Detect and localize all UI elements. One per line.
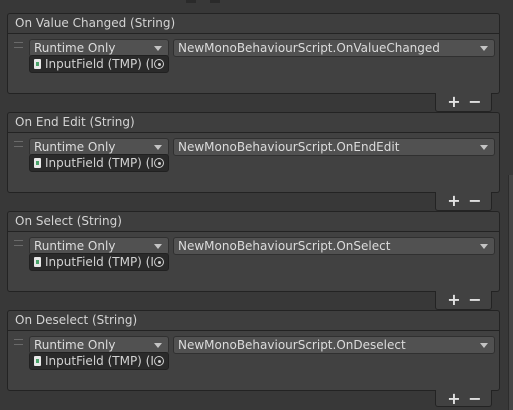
remove-listener-button[interactable]: −	[464, 291, 486, 309]
event-listener-row: Runtime Only NewMonoBehaviourScript.OnVa…	[7, 33, 500, 94]
add-listener-button[interactable]: +	[443, 93, 465, 111]
target-object-label: InputField (TMP) (I	[45, 255, 154, 269]
target-object-field[interactable]: InputField (TMP) (I	[29, 352, 169, 370]
add-listener-button[interactable]: +	[443, 390, 465, 408]
runtime-dropdown-label: Runtime Only	[34, 41, 116, 55]
object-picker-icon[interactable]	[154, 59, 165, 70]
scrollbar[interactable]	[508, 175, 513, 410]
target-object-label: InputField (TMP) (I	[45, 57, 154, 71]
event-listener-row: Runtime Only NewMonoBehaviourScript.OnEn…	[7, 132, 500, 193]
function-dropdown-label: NewMonoBehaviourScript.OnDeselect	[178, 338, 406, 352]
add-listener-button[interactable]: +	[443, 291, 465, 309]
chevron-down-icon	[154, 145, 162, 150]
top-tick	[210, 0, 220, 3]
function-dropdown[interactable]: NewMonoBehaviourScript.OnSelect	[173, 237, 495, 255]
event-header: On Value Changed (String)	[7, 13, 500, 33]
remove-listener-button[interactable]: −	[464, 390, 486, 408]
event-title: On Deselect (String)	[15, 313, 138, 327]
target-object-field[interactable]: InputField (TMP) (I	[29, 154, 169, 172]
add-listener-button[interactable]: +	[443, 192, 465, 210]
list-footer: + −	[435, 390, 492, 407]
chevron-down-icon	[154, 46, 162, 51]
tmp-inputfield-icon	[34, 356, 41, 366]
target-object-label: InputField (TMP) (I	[45, 354, 154, 368]
event-header: On Deselect (String)	[7, 310, 500, 330]
remove-listener-button[interactable]: −	[464, 192, 486, 210]
top-tick	[186, 0, 196, 3]
event-listener-row: Runtime Only NewMonoBehaviourScript.OnSe…	[7, 231, 500, 292]
runtime-dropdown-label: Runtime Only	[34, 239, 116, 253]
drag-handle-icon[interactable]	[14, 339, 23, 345]
chevron-down-icon	[154, 244, 162, 249]
tmp-inputfield-icon	[34, 59, 41, 69]
object-picker-icon[interactable]	[154, 356, 165, 367]
object-picker-icon[interactable]	[154, 257, 165, 268]
tmp-inputfield-icon	[34, 257, 41, 267]
function-dropdown[interactable]: NewMonoBehaviourScript.OnEndEdit	[173, 138, 495, 156]
chevron-down-icon	[480, 46, 488, 51]
function-dropdown-label: NewMonoBehaviourScript.OnValueChanged	[178, 41, 440, 55]
target-object-label: InputField (TMP) (I	[45, 156, 154, 170]
drag-handle-icon[interactable]	[14, 141, 23, 147]
chevron-down-icon	[154, 343, 162, 348]
event-header: On Select (String)	[7, 211, 500, 231]
runtime-dropdown-label: Runtime Only	[34, 338, 116, 352]
function-dropdown[interactable]: NewMonoBehaviourScript.OnValueChanged	[173, 39, 495, 57]
list-footer: + −	[435, 291, 492, 310]
event-header: On End Edit (String)	[7, 112, 500, 132]
event-title: On Value Changed (String)	[15, 16, 176, 30]
event-inspector: On Value Changed (String) Runtime Only N…	[0, 0, 513, 410]
event-title: On Select (String)	[15, 214, 122, 228]
function-dropdown[interactable]: NewMonoBehaviourScript.OnDeselect	[173, 336, 495, 354]
list-footer: + −	[435, 192, 492, 211]
chevron-down-icon	[480, 244, 488, 249]
remove-listener-button[interactable]: −	[464, 93, 486, 111]
drag-handle-icon[interactable]	[14, 42, 23, 48]
function-dropdown-label: NewMonoBehaviourScript.OnSelect	[178, 239, 391, 253]
top-strip	[0, 0, 513, 9]
tmp-inputfield-icon	[34, 158, 41, 168]
list-footer: + −	[435, 93, 492, 112]
object-picker-icon[interactable]	[154, 158, 165, 169]
function-dropdown-label: NewMonoBehaviourScript.OnEndEdit	[178, 140, 400, 154]
event-title: On End Edit (String)	[15, 115, 135, 129]
event-listener-row: Runtime Only NewMonoBehaviourScript.OnDe…	[7, 330, 500, 391]
target-object-field[interactable]: InputField (TMP) (I	[29, 253, 169, 271]
drag-handle-icon[interactable]	[14, 240, 23, 246]
chevron-down-icon	[480, 145, 488, 150]
runtime-dropdown-label: Runtime Only	[34, 140, 116, 154]
chevron-down-icon	[480, 343, 488, 348]
target-object-field[interactable]: InputField (TMP) (I	[29, 55, 169, 73]
